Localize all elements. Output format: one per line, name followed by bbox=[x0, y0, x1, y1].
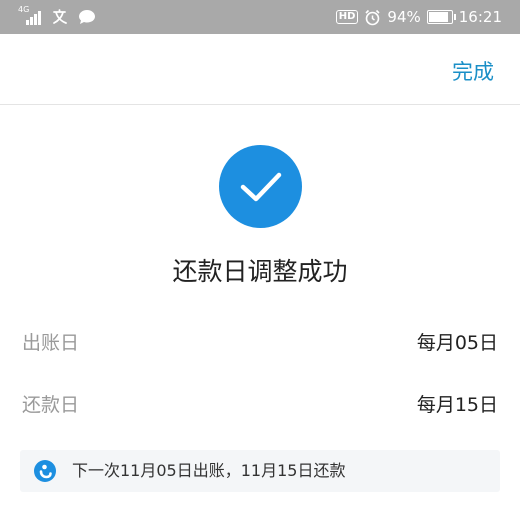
detail-row-statement-day: 出账日 每月05日 bbox=[22, 327, 498, 359]
detail-label: 出账日 bbox=[22, 332, 80, 354]
alarm-clock-icon bbox=[365, 9, 380, 25]
message-bubble-icon bbox=[79, 10, 95, 24]
result-title: 还款日调整成功 bbox=[172, 257, 348, 286]
checkmark-circle-icon bbox=[219, 145, 302, 228]
translate-icon bbox=[53, 9, 67, 24]
notice-text: 下一次11月05日出账，11月15日还款 bbox=[72, 461, 346, 480]
detail-row-repayment-day: 还款日 每月15日 bbox=[22, 389, 498, 421]
signal-icon: 4G bbox=[18, 5, 44, 26]
network-type: 4G bbox=[18, 5, 30, 14]
checkmark-icon bbox=[240, 172, 282, 202]
hd-badge: HD bbox=[335, 10, 359, 24]
detail-value: 每月15日 bbox=[416, 394, 498, 416]
status-bar: 4G HD 94% 16:21 bbox=[0, 0, 520, 34]
battery-icon bbox=[426, 10, 456, 24]
done-button[interactable]: 完成 bbox=[452, 56, 494, 86]
detail-value: 每月05日 bbox=[416, 332, 498, 354]
notice-banner: 下一次11月05日出账，11月15日还款 bbox=[20, 450, 500, 492]
clock-time: 16:21 bbox=[458, 8, 502, 26]
top-nav-bar: 完成 bbox=[0, 34, 520, 105]
detail-label: 还款日 bbox=[22, 394, 80, 416]
alipay-logo-icon bbox=[34, 460, 56, 482]
battery-percent: 94% bbox=[387, 8, 421, 26]
status-bar-right: HD 94% 16:21 bbox=[335, 7, 502, 27]
status-bar-left: 4G bbox=[18, 5, 96, 27]
